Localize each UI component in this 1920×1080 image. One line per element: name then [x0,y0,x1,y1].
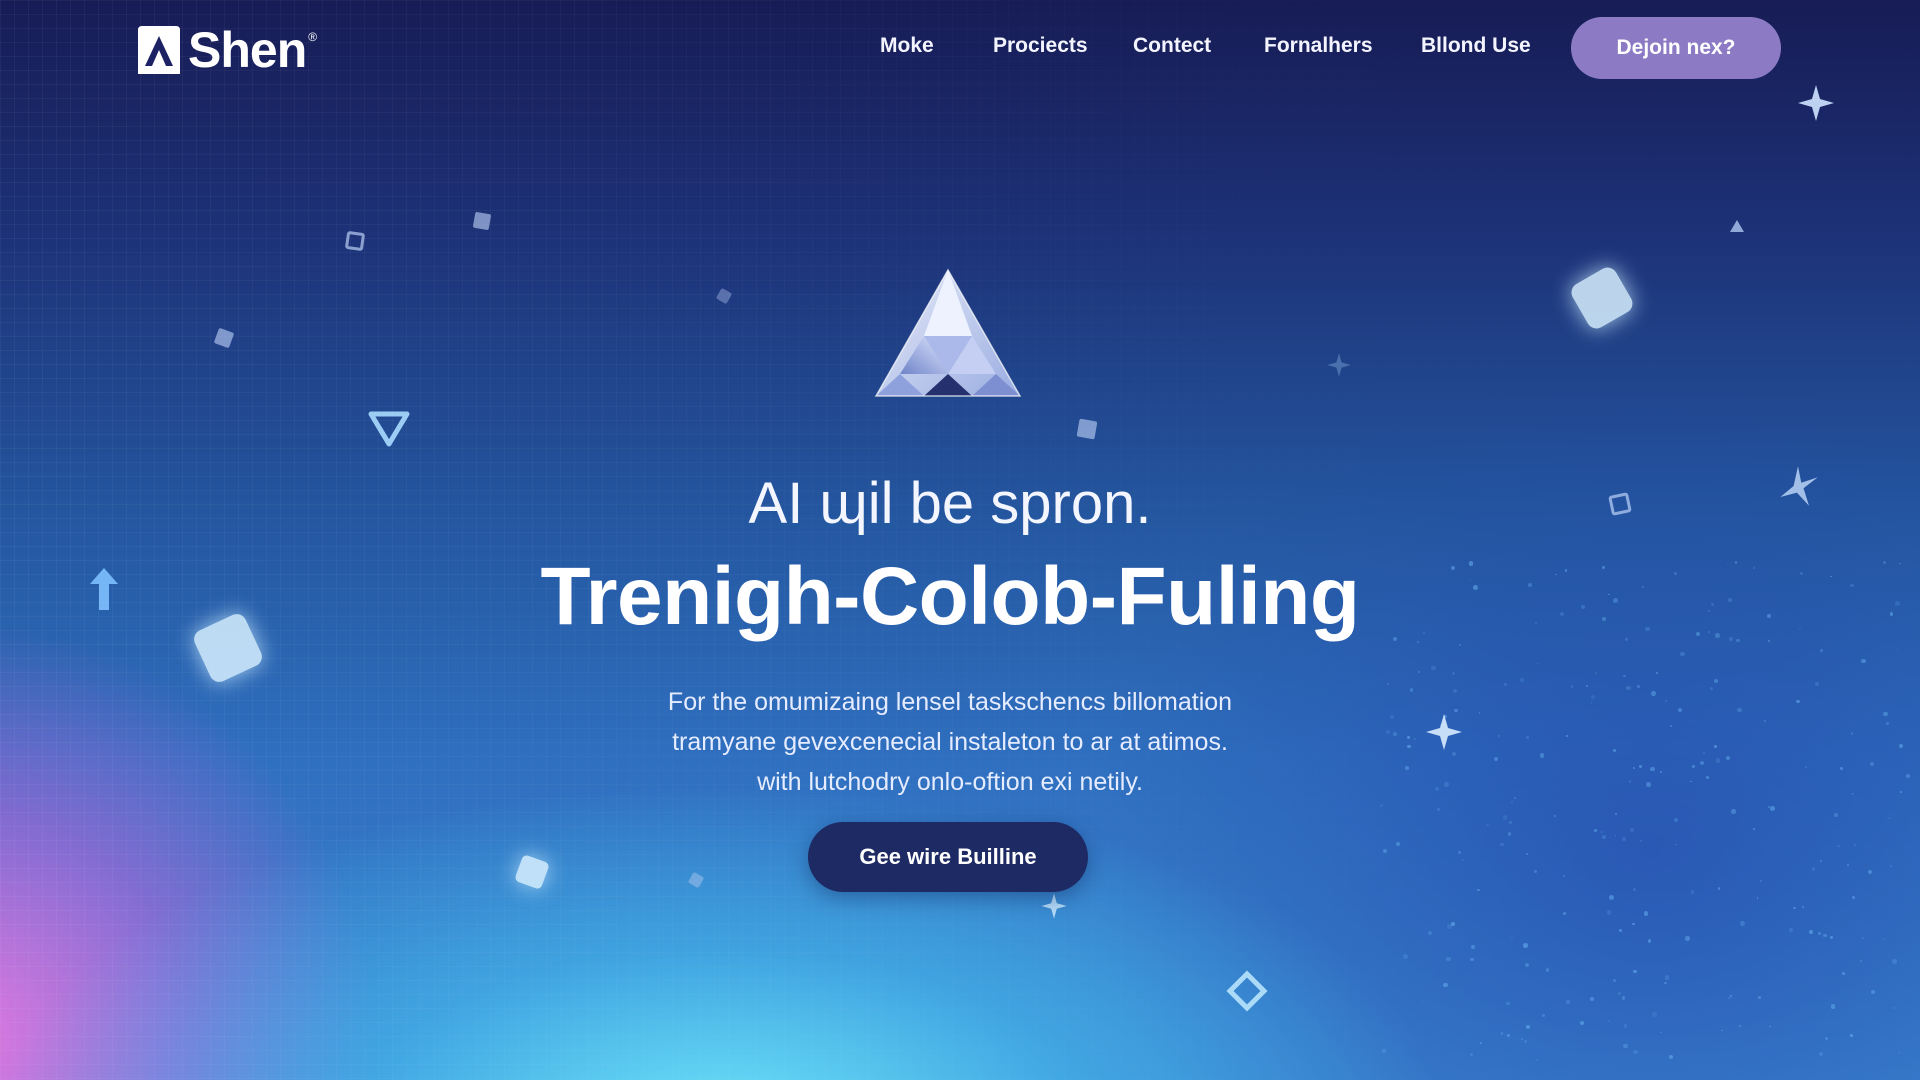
registered-mark: ® [308,30,318,44]
background-grid [0,0,1920,1080]
triangle-icon [1730,220,1744,232]
brand-logo[interactable]: Shen ® [136,24,317,76]
nav-link-contact[interactable]: Contect [1133,34,1211,58]
nav-link-projects[interactable]: Prociects [993,34,1088,58]
dejoin-button[interactable]: Dejoin nex? [1571,17,1781,79]
nav-link-fornalhers[interactable]: Fornalhers [1264,34,1373,58]
square-icon [1076,418,1098,440]
hero-description-line: For the omumizaing lensel taskschencs bi… [667,688,1233,716]
triangle-logo-icon [138,26,180,74]
crystal-pyramid-icon [874,268,1022,397]
hero-subtitle: AI ɰil be spron. [748,471,1152,536]
hero-title: Trenigh-Colob-Fuling [540,551,1360,642]
hero-cta-button[interactable]: Gee wire Builline [808,822,1088,892]
diamond-outline-icon [1226,970,1268,1012]
nav-link-bllond-use[interactable]: Bllond Use [1421,34,1531,58]
sparkle-icon [1426,714,1462,750]
sparkle-icon [1327,353,1351,377]
nav-link-moke[interactable]: Moke [880,34,934,58]
hero-description: For the omumizaing lensel taskschencs bi… [560,682,1340,802]
navbar: Shen ® Moke Prociects Contect Fornalhers… [0,0,1920,96]
square-icon [472,211,492,231]
sparkle-icon [1041,893,1067,919]
triangle-outline-icon [368,411,410,447]
hero-description-line: tramyane gevexcenecial instaleton to ar … [672,728,1228,756]
brand-name: Shen [188,22,307,78]
square-outline-icon [344,230,366,252]
hero-description-line: with lutchodry onlo-oftion exi netily. [757,768,1143,796]
